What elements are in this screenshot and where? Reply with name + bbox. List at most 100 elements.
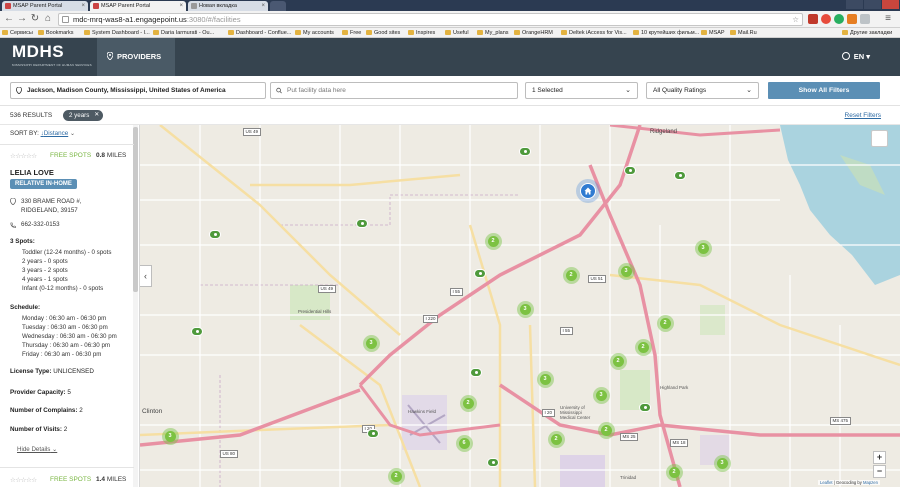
facility-cluster[interactable]: 2 xyxy=(459,394,477,412)
mdhs-logo[interactable]: MDHS xyxy=(12,42,64,62)
show-all-filters-button[interactable]: Show All Filters xyxy=(768,82,880,99)
bookmark-item[interactable]: OrangeHRM xyxy=(514,28,553,37)
facility-marker[interactable] xyxy=(367,428,379,438)
provider-phone[interactable]: 662-332-0153 xyxy=(10,221,60,228)
facilities-map[interactable]: Ridgeland Clinton Presidential Hills Haw… xyxy=(140,125,900,487)
facility-search-input[interactable]: Put facility data here xyxy=(270,82,518,99)
minimize-button[interactable] xyxy=(846,0,863,9)
facility-cluster[interactable]: 2 xyxy=(634,338,652,356)
facility-marker[interactable] xyxy=(519,146,531,156)
facility-cluster[interactable]: 6 xyxy=(455,434,473,452)
facility-cluster[interactable]: 3 xyxy=(694,239,712,257)
location-input[interactable]: Jackson, Madison County, Mississippi, Un… xyxy=(10,82,266,99)
bookmark-item[interactable]: MSAP xyxy=(701,28,725,37)
bookmark-item[interactable]: My_plans xyxy=(477,28,509,37)
facility-cluster[interactable]: 2 xyxy=(562,266,580,284)
bookmark-item[interactable]: Good sites xyxy=(366,28,400,37)
zoom-out-button[interactable]: − xyxy=(873,465,886,478)
facility-marker[interactable] xyxy=(474,268,486,278)
leaflet-link[interactable]: Leaflet xyxy=(820,480,833,485)
facility-cluster[interactable]: 2 xyxy=(547,430,565,448)
mapzen-link[interactable]: Mapzen xyxy=(863,480,878,485)
remove-chip-icon[interactable]: ✕ xyxy=(94,110,99,121)
zoom-in-button[interactable]: + xyxy=(873,451,886,464)
extension-icon[interactable] xyxy=(847,14,857,24)
bookmark-item[interactable]: Daria Iarmurati - Ou... xyxy=(153,28,214,37)
facility-cluster[interactable]: 2 xyxy=(597,421,615,439)
bookmark-item[interactable]: Useful xyxy=(445,28,469,37)
hide-details-link[interactable]: Hide Details ⌄ xyxy=(17,446,57,453)
facility-cluster[interactable]: 3 xyxy=(516,300,534,318)
visits-value: 2 xyxy=(63,426,68,433)
spot-item: Toddler (12-24 months) - 0 spots xyxy=(22,249,112,256)
bookmark-item[interactable]: Deltek iAccess for Vis... xyxy=(561,28,627,37)
reload-icon[interactable]: ↻ xyxy=(29,13,41,25)
menu-icon[interactable]: ≡ xyxy=(882,13,894,25)
highway-shield: I 55 xyxy=(560,327,573,335)
bookmark-item[interactable]: Другие закладки xyxy=(842,28,892,37)
extension-icon[interactable] xyxy=(808,14,818,24)
maximize-button[interactable] xyxy=(864,0,881,9)
bookmark-item[interactable]: Inspires xyxy=(408,28,435,37)
provider-name[interactable]: LELIA LOVE xyxy=(10,168,54,177)
bookmark-item[interactable]: Dashboard - Conflue... xyxy=(228,28,291,37)
facility-marker[interactable] xyxy=(191,326,203,336)
extension-icon[interactable] xyxy=(860,14,870,24)
facility-cluster[interactable]: 3 xyxy=(536,370,554,388)
bookmark-item[interactable]: 10 крутейших фильм... xyxy=(633,28,699,37)
page-info-icon[interactable] xyxy=(62,16,69,23)
facility-marker[interactable] xyxy=(209,229,221,239)
extension-icon[interactable] xyxy=(834,14,844,24)
facility-marker[interactable] xyxy=(624,165,636,175)
age-group-select[interactable]: 1 Selected ⌄ xyxy=(525,82,638,99)
browser-tab-2[interactable]: MSAP Parent Portal × xyxy=(90,1,186,11)
facility-cluster[interactable]: 3 xyxy=(362,334,380,352)
facility-cluster[interactable]: 2 xyxy=(387,467,405,485)
extension-icon[interactable] xyxy=(821,14,831,24)
collapse-sidebar-button[interactable]: ‹ xyxy=(140,265,152,287)
facility-cluster[interactable]: 3 xyxy=(592,386,610,404)
schedule-label: Schedule: xyxy=(10,304,41,311)
facility-marker[interactable] xyxy=(639,402,651,412)
bookmark-item[interactable]: Free xyxy=(342,28,361,37)
bookmark-item[interactable]: System Dashboard - I... xyxy=(84,28,150,37)
home-icon[interactable]: ⌂ xyxy=(42,13,54,25)
active-filter-chip[interactable]: 2 years ✕ xyxy=(63,110,104,121)
bookmark-item[interactable]: Mail.Ru xyxy=(730,28,757,37)
bookmark-star-icon[interactable]: ☆ xyxy=(792,14,799,25)
marker-dot-icon xyxy=(195,329,199,333)
new-tab-button[interactable] xyxy=(270,1,286,11)
facility-cluster[interactable]: 2 xyxy=(665,463,683,481)
back-arrow-icon[interactable]: ← xyxy=(3,13,15,25)
nav-providers[interactable]: PROVIDERS xyxy=(97,38,175,76)
current-location-marker[interactable] xyxy=(576,179,600,203)
chevron-down-icon[interactable]: ⌄ xyxy=(70,131,75,137)
sort-distance-link[interactable]: ↓Distance xyxy=(41,130,69,137)
fullscreen-button[interactable] xyxy=(871,130,888,147)
facility-cluster[interactable]: 3 xyxy=(617,262,635,280)
facility-cluster[interactable]: 2 xyxy=(656,314,674,332)
quality-rating-select[interactable]: All Quality Ratings ⌄ xyxy=(646,82,759,99)
facility-marker[interactable] xyxy=(674,170,686,180)
close-tab-icon[interactable]: × xyxy=(261,1,265,11)
url-field[interactable]: mdc-mrq-was8-a1.engagepoint.us:3080/#/fa… xyxy=(58,13,803,26)
facility-cluster[interactable]: 2 xyxy=(609,352,627,370)
close-tab-icon[interactable]: × xyxy=(179,1,183,11)
language-selector[interactable]: EN ▾ xyxy=(841,52,870,61)
facility-marker[interactable] xyxy=(470,367,482,377)
facility-marker[interactable] xyxy=(356,218,368,228)
facility-cluster[interactable]: 2 xyxy=(484,232,502,250)
bookmark-item[interactable]: My accounts xyxy=(295,28,334,37)
bookmark-item[interactable]: Сервисы xyxy=(2,28,33,37)
browser-tab-1[interactable]: MSAP Parent Portal × xyxy=(2,1,88,11)
scrollbar-thumb[interactable] xyxy=(133,127,138,292)
browser-tab-3[interactable]: Новая вкладка × xyxy=(188,1,268,11)
close-window-button[interactable] xyxy=(882,0,899,9)
facility-cluster[interactable]: 3 xyxy=(161,427,179,445)
facility-cluster[interactable]: 3 xyxy=(713,454,731,472)
close-tab-icon[interactable]: × xyxy=(81,1,85,11)
reset-filters-link[interactable]: Reset Filters xyxy=(845,112,881,119)
facility-marker[interactable] xyxy=(487,457,499,467)
bookmark-item[interactable]: Bookmarks xyxy=(38,28,74,37)
forward-arrow-icon[interactable]: → xyxy=(16,13,28,25)
